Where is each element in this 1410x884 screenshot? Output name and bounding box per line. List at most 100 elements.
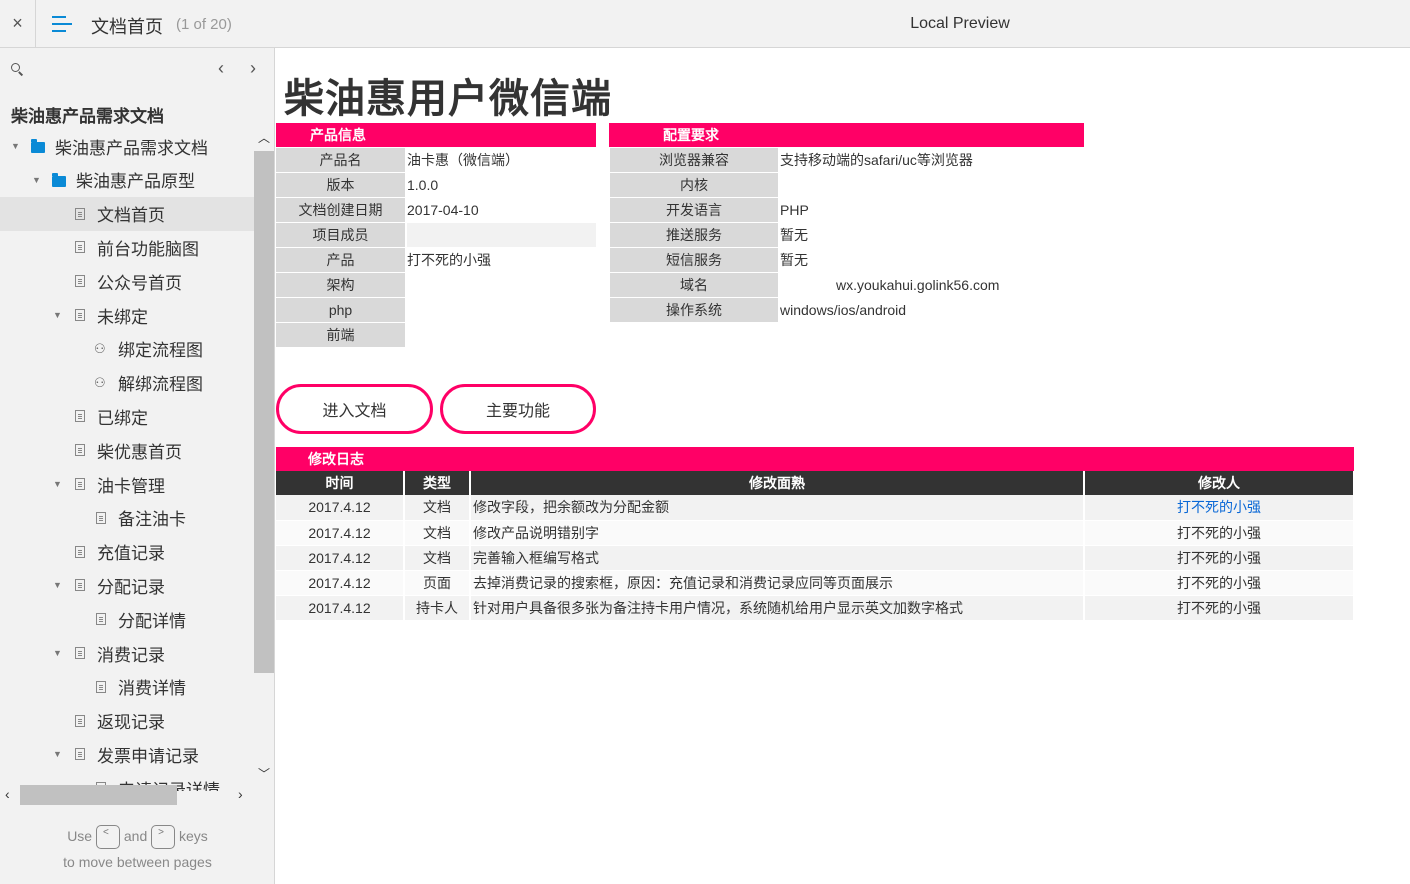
scroll-left-icon[interactable]: ‹ — [5, 786, 10, 802]
expand-arrow-icon[interactable]: ▼ — [53, 310, 62, 320]
enter-doc-button[interactable]: 进入文档 — [276, 384, 433, 434]
sidebar-item-8[interactable]: 已绑定 — [0, 399, 254, 433]
info-value — [407, 223, 596, 247]
sidebar-item-14[interactable]: 分配详情 — [0, 602, 254, 636]
page-icon — [75, 275, 85, 288]
sidebar-item-13[interactable]: ▼ 分配记录 — [0, 568, 254, 602]
sidebar-item-2[interactable]: 文档首页 — [0, 196, 254, 231]
tree-vertical-scrollbar[interactable]: ︿ ﹀ — [254, 129, 274, 791]
sidebar-item-label: 已绑定 — [97, 408, 148, 428]
close-button[interactable]: × — [0, 0, 36, 47]
folder-icon — [52, 172, 66, 187]
sidebar-item-7[interactable]: ⚇ 解绑流程图 — [0, 366, 254, 400]
expand-arrow-icon[interactable]: ▼ — [11, 141, 20, 151]
changelog-body: 2017.4.12 文档 修改字段，把余额改为分配金额 打不死的小强 2017.4.12… — [276, 495, 1355, 621]
page-icon — [75, 579, 85, 592]
info-label: 项目成员 — [276, 223, 405, 247]
cell-desc: 针对用户具备很多张为备注持卡用户情况，系统随机给用户显示英文加数字格式 — [470, 595, 1085, 621]
sidebar-item-label: 消费记录 — [97, 645, 165, 665]
main-features-button[interactable]: 主要功能 — [440, 384, 596, 434]
flowchart-icon: ⚇ — [94, 340, 106, 356]
info-value: 支持移动端的safari/uc等浏览器 — [780, 152, 973, 168]
cell-time: 2017.4.12 — [276, 495, 405, 521]
expand-arrow-icon[interactable]: ▼ — [53, 580, 62, 590]
page-icon — [75, 545, 85, 558]
expand-arrow-icon[interactable]: ▼ — [32, 175, 41, 185]
cell-desc: 修改产品说明错别字 — [470, 520, 1085, 546]
page-icon — [96, 680, 106, 693]
sidebar-item-label: 柴优惠首页 — [97, 442, 182, 462]
info-label: 开发语言 — [610, 198, 778, 222]
sidebar-item-label: 分配记录 — [97, 577, 165, 597]
sidebar-item-5[interactable]: ▼ 未绑定 — [0, 298, 254, 332]
cell-author: 打不死的小强 — [1084, 520, 1355, 546]
sidebar-item-12[interactable]: 充值记录 — [0, 535, 254, 569]
sidebar-item-18[interactable]: ▼ 发票申请记录 — [0, 737, 254, 771]
page-icon — [75, 444, 85, 457]
document-title: 柴油惠用户微信端 — [284, 77, 612, 121]
table-row: 2017.4.12 文档 修改字段，把余额改为分配金额 打不死的小强 — [276, 495, 1355, 521]
sidebar-item-9[interactable]: 柴优惠首页 — [0, 433, 254, 467]
sidebar-item-15[interactable]: ▼ 消费记录 — [0, 636, 254, 670]
cell-time: 2017.4.12 — [276, 520, 405, 546]
sidebar-item-label: 绑定流程图 — [118, 341, 203, 361]
scroll-up-icon[interactable]: ︿ — [258, 129, 270, 146]
expand-arrow-icon[interactable]: ▼ — [53, 749, 62, 759]
page-tree: ▼ 柴油惠产品需求文档 ▼ 柴油惠产品原型 文档首页 前台功能脑图 公众号首页 ▼ 未绑定 ⚇ 绑定… — [0, 129, 254, 791]
tree-horizontal-scrollbar[interactable]: ‹ › — [0, 784, 254, 806]
sidebar-item-4[interactable]: 公众号首页 — [0, 264, 254, 298]
menu-icon[interactable] — [52, 14, 74, 34]
keyboard-hint: Use < and > keys to move between pages — [63, 825, 212, 871]
local-preview-label: Local Preview — [910, 15, 1010, 32]
sidebar-item-label: 柴油惠产品原型 — [76, 172, 195, 192]
page-icon — [75, 748, 85, 761]
info-value: 油卡惠（微信端） — [407, 152, 519, 168]
info-value — [780, 173, 1080, 197]
scroll-thumb[interactable] — [254, 151, 274, 673]
cell-author: 打不死的小强 — [1084, 570, 1355, 596]
info-label: 推送服务 — [610, 223, 778, 247]
sidebar-item-label: 充值记录 — [97, 544, 165, 564]
sidebar-item-17[interactable]: 返现记录 — [0, 704, 254, 738]
table-row: 2017.4.12 文档 完善输入框编写格式 打不死的小强 — [276, 545, 1355, 571]
info-label: 架构 — [276, 273, 405, 297]
sidebar-item-label: 解绑流程图 — [118, 375, 203, 395]
sidebar-item-1[interactable]: ▼ 柴油惠产品原型 — [0, 163, 254, 197]
document-content: 柴油惠用户微信端 产品信息 产品名 油卡惠（微信端） 版本 1.0.0 文档创建日期 20… — [276, 48, 1410, 884]
sidebar-item-10[interactable]: ▼ 油卡管理 — [0, 467, 254, 501]
author-link[interactable]: 打不死的小强 — [1177, 499, 1261, 515]
sidebar-item-11[interactable]: 备注油卡 — [0, 501, 254, 535]
close-icon: × — [12, 13, 23, 33]
page-icon — [75, 478, 85, 490]
sidebar-item-3[interactable]: 前台功能脑图 — [0, 230, 254, 264]
scroll-right-icon[interactable]: › — [238, 786, 243, 802]
page-icon — [96, 511, 106, 524]
info-value: 打不死的小强 — [407, 252, 491, 268]
cell-type: 持卡人 — [404, 595, 471, 621]
scroll-thumb-horizontal[interactable] — [20, 785, 177, 805]
sidebar-item-0[interactable]: ▼ 柴油惠产品需求文档 — [0, 129, 254, 163]
expand-arrow-icon[interactable]: ▼ — [53, 479, 62, 489]
expand-arrow-icon[interactable]: ▼ — [53, 648, 62, 658]
flowchart-icon: ⚇ — [94, 374, 106, 390]
changelog-header: 修改日志 — [276, 447, 1354, 471]
sidebar-item-label: 返现记录 — [97, 713, 165, 733]
page-title: 文档首页 — [91, 17, 163, 37]
sidebar-item-label: 分配详情 — [118, 611, 186, 631]
page-icon — [75, 309, 85, 321]
info-label: 产品 — [276, 248, 405, 272]
scroll-down-icon[interactable]: ﹀ — [258, 765, 270, 782]
sidebar-item-6[interactable]: ⚇ 绑定流程图 — [0, 332, 254, 366]
info-value — [407, 298, 596, 322]
prev-page-button[interactable]: ‹ — [218, 58, 224, 79]
search-icon[interactable] — [11, 63, 24, 76]
cell-time: 2017.4.12 — [276, 570, 405, 596]
info-value: PHP — [780, 202, 809, 218]
sidebar-item-16[interactable]: 消费详情 — [0, 670, 254, 704]
table-row: 2017.4.12 持卡人 针对用户具备很多张为备注持卡用户情况，系统随机给用户显示… — [276, 595, 1355, 621]
next-page-button[interactable]: › — [250, 58, 256, 79]
info-label: php — [276, 298, 405, 322]
column-header: 修改人 — [1084, 471, 1355, 495]
sidebar-item-label: 发票申请记录 — [97, 746, 199, 766]
info-label: 文档创建日期 — [276, 198, 405, 222]
